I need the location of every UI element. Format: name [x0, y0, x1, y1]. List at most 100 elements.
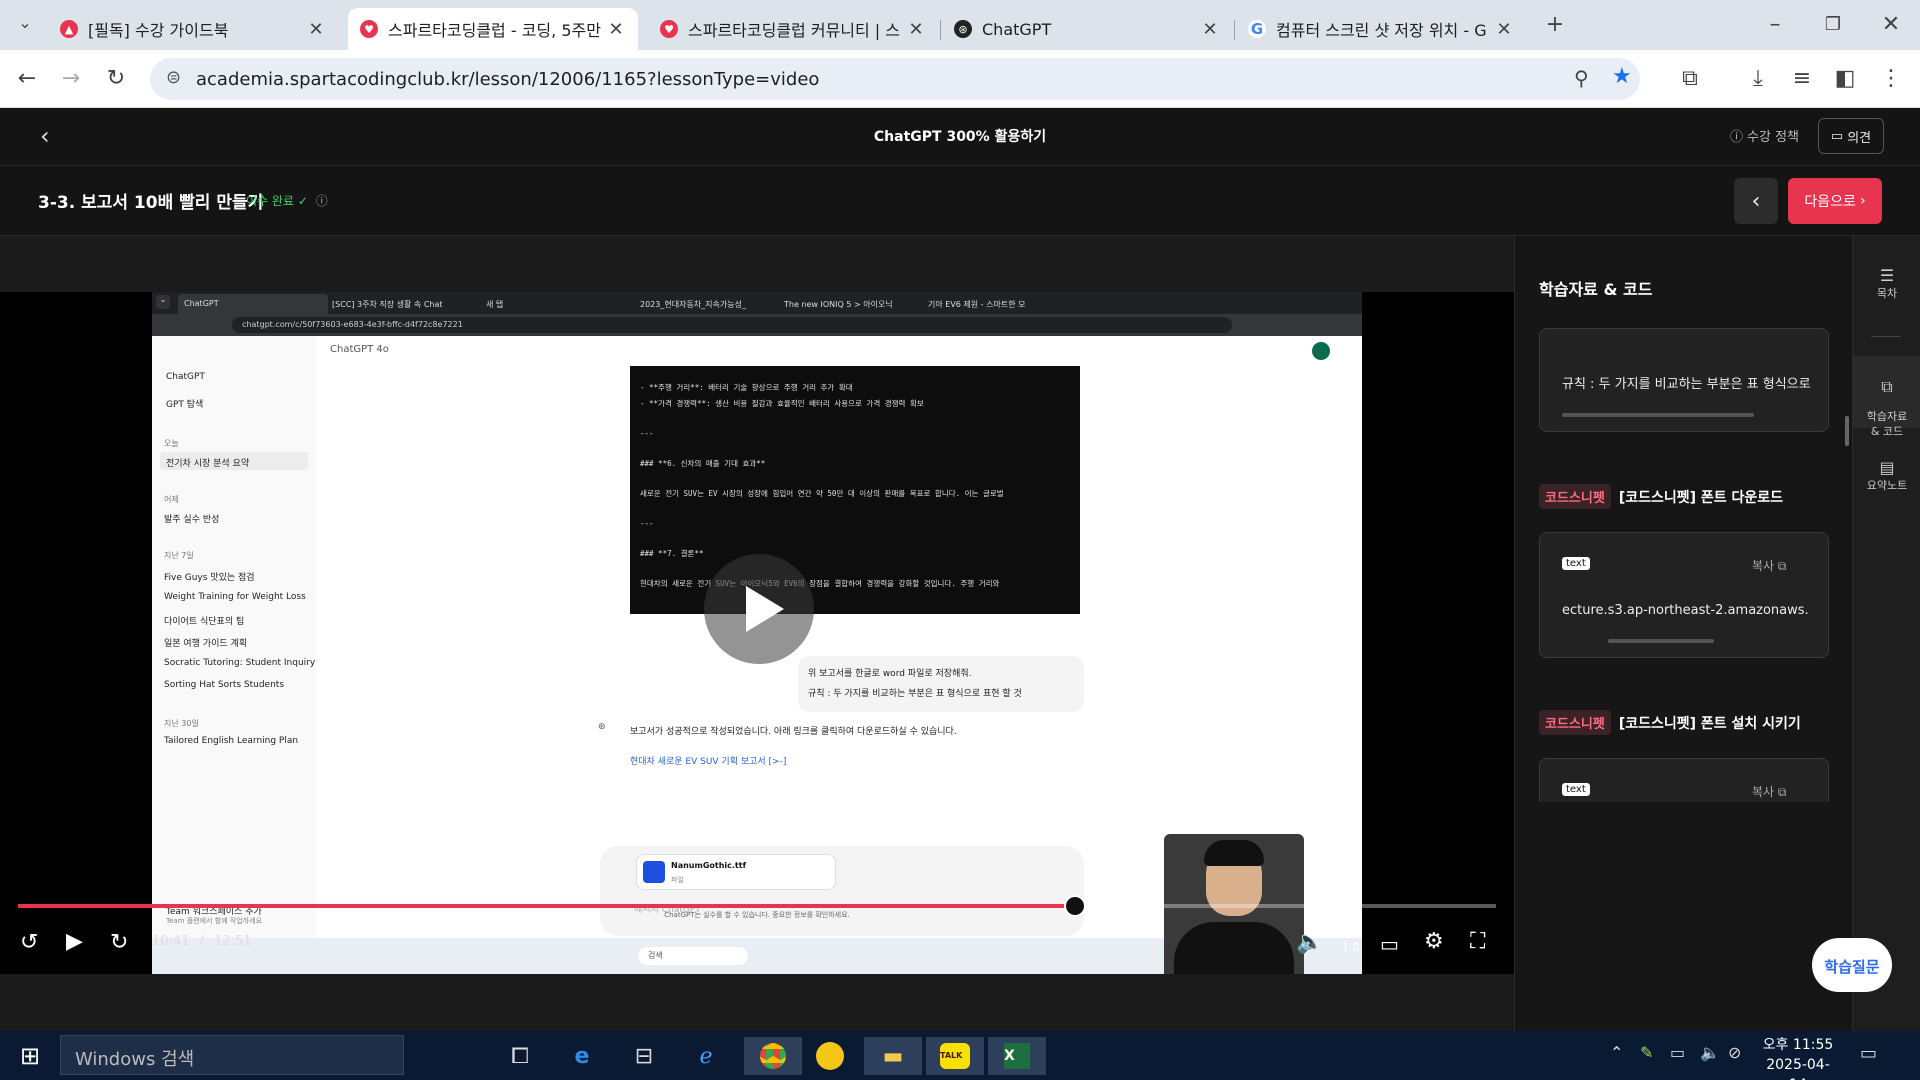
volume-icon[interactable]: 🔈 [1296, 930, 1323, 955]
panel-scroll-area[interactable]: 규칙 : 두 가지를 비교하는 부분은 표 형식으로 코드스니펫 [코드스니펫] … [1515, 328, 1853, 802]
minimize-window-button[interactable]: – [1760, 10, 1790, 40]
windows-start-icon[interactable]: ⊞ [8, 1037, 52, 1075]
sparta-favicon-icon: ▲ [60, 20, 78, 38]
task-view-icon[interactable]: ⧠ [498, 1037, 542, 1075]
policy-label: 수강 정책 [1747, 130, 1799, 145]
tab-search-icon[interactable]: ⌄ [10, 8, 40, 38]
back-icon[interactable]: ← [12, 64, 42, 94]
browser-toolbar: ← → ↻ ⊜ academia.spartacodingclub.kr/les… [0, 50, 1920, 108]
inner-tab-bar: ⌄ ChatGPT [SCC] 3주차 직장 생활 속 Chat 새 탭 202… [152, 292, 1362, 314]
presenter-hair [1204, 840, 1264, 866]
new-tab-button[interactable]: + [1540, 10, 1570, 40]
address-bar[interactable]: ⊜ academia.spartacodingclub.kr/lesson/12… [150, 58, 1640, 100]
playback-speed-button[interactable]: ✕ 1.0 [1342, 928, 1360, 954]
settings-gear-icon[interactable]: ⚙ [1424, 929, 1444, 954]
browser-tab-5[interactable]: G 컴퓨터 스크린 샷 저장 위치 - G ✕ [1236, 8, 1526, 50]
video-player[interactable]: ⌄ ChatGPT [SCC] 3주차 직장 생활 속 Chat 새 탭 202… [0, 292, 1514, 974]
menu-dots-icon[interactable]: ⋮ [1876, 64, 1906, 94]
close-tab-icon[interactable]: ✕ [606, 19, 626, 40]
kakaotalk-icon[interactable]: TALK [926, 1037, 984, 1075]
code-line: ### **6. 신차의 매출 기대 효과** [640, 459, 766, 468]
speaker-icon[interactable]: 🔈 [1700, 1043, 1720, 1062]
question-button[interactable]: 학습질문 [1812, 938, 1892, 992]
browser-tab-3[interactable]: ♥ 스파르타코딩클럽 커뮤니티 | 스 ✕ [648, 8, 938, 50]
presenter-body [1174, 922, 1294, 974]
media-control-icon[interactable]: ≡ [1787, 64, 1817, 94]
rail-item-toc[interactable]: ☰ 목차 [1853, 266, 1920, 301]
copy-button[interactable]: 복사 ⧉ [1752, 557, 1787, 574]
close-tab-icon[interactable]: ✕ [306, 19, 326, 40]
restore-window-button[interactable]: ❐ [1818, 10, 1848, 40]
policy-link[interactable]: ⓘ 수강 정책 [1730, 126, 1799, 145]
progress-track[interactable] [18, 895, 1496, 917]
forward-10-icon[interactable]: ↻ [110, 930, 128, 955]
panel-title: 학습자료 & 코드 [1539, 280, 1653, 299]
bookmark-star-icon[interactable]: ★ [1612, 64, 1632, 89]
rail-item-materials[interactable]: ⧉ 학습자료 & 코드 [1853, 356, 1920, 438]
learning-materials-panel: 학습자료 & 코드 규칙 : 두 가지를 비교하는 부분은 표 형식으로 코드스… [1514, 236, 1852, 1031]
network-off-icon[interactable]: ⊘ [1728, 1043, 1741, 1062]
forward-icon[interactable]: → [56, 64, 86, 94]
clock[interactable]: 오후 11:55 2025-04-14 [1758, 1035, 1838, 1080]
feedback-label: 의견 [1847, 130, 1872, 146]
reload-icon[interactable]: ↻ [101, 64, 131, 94]
browser-tab-2[interactable]: ♥ 스파르타코딩클럽 - 코딩, 5주만 ✕ [348, 8, 638, 50]
inner-tab-title: ChatGPT [184, 299, 219, 308]
media-player-icon[interactable] [808, 1037, 852, 1075]
excel-icon[interactable]: X [988, 1037, 1046, 1075]
copy-button[interactable]: 복사 ⧉ [1752, 783, 1787, 800]
inner-assistant-icon: ⊛ [598, 722, 606, 732]
rail-item-notes[interactable]: ▤ 요약노트 [1853, 458, 1920, 493]
file-icon [643, 861, 665, 883]
close-tab-icon[interactable]: ✕ [906, 19, 926, 40]
close-tab-icon[interactable]: ✕ [1200, 19, 1220, 40]
extensions-icon[interactable]: ⧉ [1675, 64, 1705, 94]
play-pause-icon[interactable]: ▶ [66, 929, 83, 954]
inner-sidebar-item: 일본 여행 가이드 계획 [164, 639, 248, 649]
vertical-scrollbar[interactable] [1845, 416, 1849, 446]
zoom-icon[interactable]: ⚲ [1574, 66, 1589, 90]
rewind-10-icon[interactable]: ↺ [20, 930, 38, 955]
taskbar-search[interactable]: Windows 검색 [60, 1035, 404, 1075]
completion-status: 이수 완료 ✓ ⓘ [246, 192, 328, 209]
close-tab-icon[interactable]: ✕ [1494, 19, 1514, 40]
big-play-button[interactable] [704, 554, 814, 664]
download-icon[interactable]: ⤓ [1743, 64, 1773, 94]
rail-divider [1871, 336, 1901, 337]
snippet-language-tag: text [1562, 557, 1590, 570]
browser-tab-1[interactable]: ▲ [필독] 수강 가이드북 ✕ [48, 8, 338, 50]
profile-icon[interactable]: ◧ [1830, 64, 1860, 94]
file-explorer-icon[interactable]: ▬ [864, 1037, 922, 1075]
inner-tab: 새 탭 [486, 299, 636, 310]
site-info-icon[interactable]: ⊜ [166, 67, 181, 88]
help-icon[interactable]: ⓘ [316, 194, 328, 208]
excel-logo: X [1004, 1043, 1030, 1069]
tray-overflow-icon[interactable]: ⌃ [1610, 1043, 1623, 1062]
previous-lesson-button[interactable]: ‹ [1734, 178, 1778, 224]
check-icon: ✓ [297, 194, 308, 208]
captions-icon[interactable]: ▭ [1380, 932, 1399, 956]
right-rail: ☰ 목차 ⧉ 학습자료 & 코드 ▤ 요약노트 [1852, 236, 1920, 1031]
feedback-button[interactable]: ▭ 의견 [1818, 118, 1884, 154]
edge-icon[interactable]: e [560, 1037, 604, 1075]
inner-code-block: - **주행 거리**: 배터리 기술 향상으로 주행 거리 추가 확대 - *… [630, 366, 1080, 614]
next-lesson-button[interactable]: 다음으로 › [1788, 178, 1882, 224]
close-window-button[interactable]: ✕ [1876, 10, 1906, 40]
horizontal-scrollbar[interactable] [1562, 413, 1754, 417]
store-icon[interactable]: ⊟ [622, 1037, 666, 1075]
horizontal-scrollbar[interactable] [1608, 639, 1714, 643]
chrome-icon[interactable] [744, 1037, 802, 1075]
battery-icon[interactable]: ▭ [1670, 1043, 1685, 1062]
windows-taskbar: ⊞ Windows 검색 ⧠ e ⊟ ℯ ▬ TALK X ⌃ ✎ ▭ 🔈 ⊘ … [0, 1031, 1920, 1080]
notification-icon[interactable]: ▭ [1860, 1043, 1877, 1064]
chatgpt-favicon-icon: ⊛ [954, 20, 972, 38]
inner-tab-menu-icon: ⌄ [156, 295, 170, 309]
internet-explorer-icon[interactable]: ℯ [684, 1037, 728, 1075]
comment-icon: ▭ [1830, 128, 1844, 144]
browser-tab-4[interactable]: ⊛ ChatGPT ✕ [942, 8, 1232, 50]
fullscreen-icon[interactable]: ⛶ [1470, 929, 1485, 954]
chrome-logo [760, 1043, 786, 1069]
progress-handle[interactable] [1063, 895, 1086, 917]
snippet-title: [코드스니펫] 폰트 다운로드 [1618, 490, 1784, 506]
tray-pen-icon[interactable]: ✎ [1640, 1043, 1653, 1062]
